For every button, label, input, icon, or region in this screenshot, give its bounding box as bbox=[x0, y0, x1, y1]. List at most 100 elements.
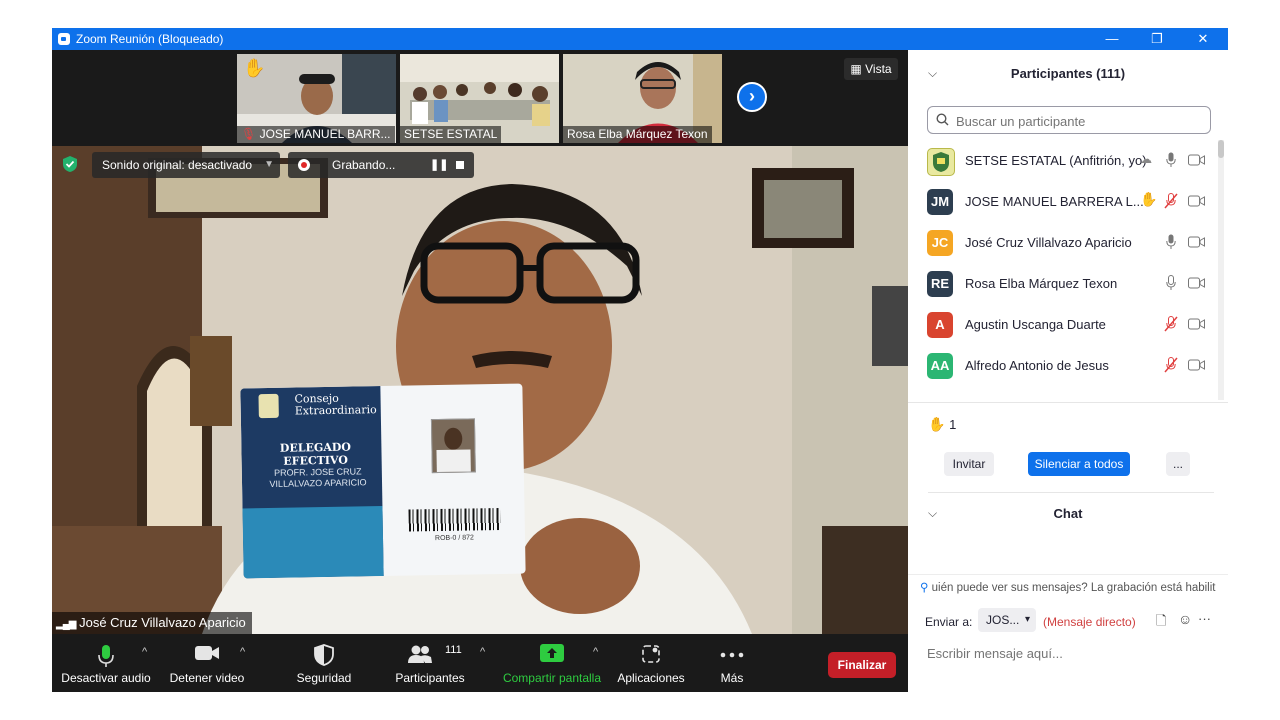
zoom-window: Zoom Reunión (Bloqueado) — ❐ ✕ ✋ 🎙 JOSE … bbox=[52, 28, 1228, 692]
minimize-button[interactable]: — bbox=[1102, 30, 1122, 48]
participant-name: Alfredo Antonio de Jesus bbox=[965, 358, 1109, 373]
mic-muted-icon[interactable] bbox=[1164, 316, 1178, 332]
chat-notice-text: uién puede ver sus mensajes? La grabació… bbox=[931, 582, 1216, 594]
original-sound-toggle[interactable]: Sonido original: desactivado ▼ bbox=[92, 152, 280, 178]
participant-search[interactable] bbox=[927, 106, 1211, 134]
chat-visibility-notice: ⚲ uién puede ver sus mensajes? La grabac… bbox=[920, 580, 1220, 596]
thumbnail-setse-estatal[interactable]: SETSE ESTATAL bbox=[400, 54, 559, 143]
participants-label: Participantes bbox=[395, 671, 465, 685]
invite-button[interactable]: Invitar bbox=[944, 452, 994, 476]
recording-dot-icon bbox=[298, 159, 310, 171]
mic-muted-icon: 🎙 bbox=[241, 127, 257, 141]
raised-hands-value: 1 bbox=[949, 417, 957, 432]
card-barcode bbox=[408, 507, 501, 532]
mute-audio-button[interactable]: Desactivar audio bbox=[60, 634, 152, 692]
video-camera-icon[interactable] bbox=[1188, 359, 1205, 371]
participant-name: JOSE MANUEL BARRERA L... bbox=[965, 194, 1144, 209]
mute-all-button[interactable]: Silenciar a todos bbox=[1028, 452, 1130, 476]
participants-count-badge: 111 bbox=[445, 644, 462, 656]
close-button[interactable]: ✕ bbox=[1193, 30, 1213, 48]
next-page-button[interactable]: › bbox=[737, 82, 767, 112]
more-dots-icon bbox=[720, 652, 744, 658]
video-camera-icon[interactable] bbox=[1188, 318, 1205, 330]
more-button[interactable]: Más bbox=[706, 634, 758, 692]
send-to-label: Enviar a: bbox=[925, 615, 973, 629]
more-options-button[interactable]: ... bbox=[1166, 452, 1190, 476]
avatar: A bbox=[927, 312, 953, 338]
apps-button[interactable]: Aplicaciones bbox=[612, 634, 690, 692]
security-button[interactable]: Seguridad bbox=[288, 634, 360, 692]
thumbnail-caption: 🎙 JOSE MANUEL BARR... bbox=[237, 126, 395, 143]
video-camera-icon[interactable] bbox=[1188, 195, 1205, 207]
share-options-chevron-icon[interactable]: ^ bbox=[593, 646, 598, 658]
participant-list: SETSE ESTATAL (Anfitrión, yo) ☁ JM JOSE … bbox=[908, 140, 1218, 398]
cloud-recording-icon: ☁ bbox=[1140, 152, 1152, 166]
stop-video-button[interactable]: Detener video bbox=[162, 634, 252, 692]
video-area: ✋ 🎙 JOSE MANUEL BARR... SETSE ESTATAL Ro… bbox=[52, 50, 908, 634]
raised-hand-icon: ✋ bbox=[1140, 191, 1158, 207]
mic-muted-icon[interactable] bbox=[1164, 357, 1178, 373]
emoji-icon[interactable]: ☺ bbox=[1178, 611, 1192, 627]
stop-video-label: Detener video bbox=[169, 671, 245, 685]
signal-bars-icon: ▂▄▆ bbox=[56, 619, 76, 630]
security-shield-icon bbox=[314, 644, 334, 666]
participant-row[interactable]: JC José Cruz Villalvazo Aparicio bbox=[908, 222, 1218, 263]
microphone-icon[interactable] bbox=[1166, 234, 1176, 250]
video-camera-icon[interactable] bbox=[1188, 154, 1205, 166]
send-to-select[interactable]: JOS... ▾ bbox=[978, 608, 1036, 632]
title-bar: Zoom Reunión (Bloqueado) — ❐ ✕ bbox=[52, 28, 1228, 50]
more-label: Más bbox=[720, 671, 744, 685]
participant-name: Agustin Uscanga Duarte bbox=[965, 317, 1106, 332]
chevron-down-icon[interactable]: ▼ bbox=[264, 152, 274, 178]
video-camera-icon[interactable] bbox=[1188, 277, 1205, 289]
stop-recording-icon[interactable] bbox=[456, 161, 464, 169]
end-meeting-button[interactable]: Finalizar bbox=[828, 652, 896, 678]
restore-button[interactable]: ❐ bbox=[1147, 30, 1167, 48]
view-button[interactable]: ▦ Vista bbox=[844, 58, 898, 80]
apps-label: Aplicaciones bbox=[617, 671, 685, 685]
participant-list-scrollbar[interactable] bbox=[1218, 140, 1224, 400]
avatar: RE bbox=[927, 271, 953, 297]
search-input[interactable] bbox=[954, 111, 1208, 131]
share-screen-button[interactable]: Compartir pantalla bbox=[498, 634, 606, 692]
avatar: AA bbox=[927, 353, 953, 379]
more-chat-options-icon[interactable]: ··· bbox=[1198, 611, 1211, 626]
view-label: Vista bbox=[865, 62, 892, 76]
file-icon[interactable]: 🗋 bbox=[1156, 612, 1166, 634]
video-camera-icon[interactable] bbox=[1188, 236, 1205, 248]
thumbnail-rosa-elba[interactable]: Rosa Elba Márquez Texon bbox=[563, 54, 722, 143]
participant-row[interactable]: RE Rosa Elba Márquez Texon bbox=[908, 263, 1218, 304]
chat-title: Chat bbox=[1053, 506, 1083, 521]
avatar: JM bbox=[927, 189, 953, 215]
participant-name: José Cruz Villalvazo Aparicio bbox=[965, 235, 1132, 250]
audio-options-chevron-icon[interactable]: ^ bbox=[142, 646, 147, 658]
thumbnail-jose-manuel[interactable]: ✋ 🎙 JOSE MANUEL BARR... bbox=[237, 54, 396, 143]
participants-button[interactable]: 111 Participantes bbox=[388, 634, 472, 692]
microphone-icon[interactable] bbox=[1166, 275, 1176, 291]
participant-row[interactable]: AA Alfredo Antonio de Jesus bbox=[908, 345, 1218, 386]
pause-recording-icon[interactable]: ❚❚ bbox=[430, 152, 448, 178]
thumbnail-caption: Rosa Elba Márquez Texon bbox=[563, 126, 712, 143]
chat-message-input[interactable] bbox=[925, 642, 1209, 664]
encryption-shield-icon[interactable] bbox=[62, 155, 78, 173]
credential-card: Consejo Extraordinario DELEGADO EFECTIVO… bbox=[240, 383, 526, 579]
thumbnail-name: JOSE MANUEL BARR... bbox=[259, 127, 391, 141]
grid-icon: ▦ bbox=[850, 62, 862, 76]
participants-options-chevron-icon[interactable]: ^ bbox=[480, 646, 485, 658]
card-role: DELEGADO EFECTIVO bbox=[279, 440, 352, 468]
direct-message-label: (Mensaje directo) bbox=[1043, 615, 1136, 629]
card-seal bbox=[258, 393, 279, 419]
video-options-chevron-icon[interactable]: ^ bbox=[240, 646, 245, 658]
microphone-icon bbox=[98, 645, 114, 667]
card-barcode-number: ROB-0 / 872 bbox=[434, 534, 474, 543]
divider bbox=[928, 492, 1214, 493]
raised-hand-icon: ✋ bbox=[928, 416, 946, 432]
mic-muted-icon[interactable] bbox=[1164, 193, 1178, 209]
participant-row[interactable]: JM JOSE MANUEL BARRERA L... ✋ bbox=[908, 181, 1218, 222]
recording-indicator: Grabando... ❚❚ bbox=[288, 152, 474, 178]
participant-row[interactable]: A Agustin Uscanga Duarte bbox=[908, 304, 1218, 345]
thumbnail-strip: ✋ 🎙 JOSE MANUEL BARR... SETSE ESTATAL Ro… bbox=[52, 50, 908, 146]
microphone-icon[interactable] bbox=[1166, 152, 1176, 168]
card-name-line2: VILLALVAZO APARICIO bbox=[269, 477, 367, 489]
participant-row[interactable]: SETSE ESTATAL (Anfitrión, yo) ☁ bbox=[908, 140, 1218, 181]
